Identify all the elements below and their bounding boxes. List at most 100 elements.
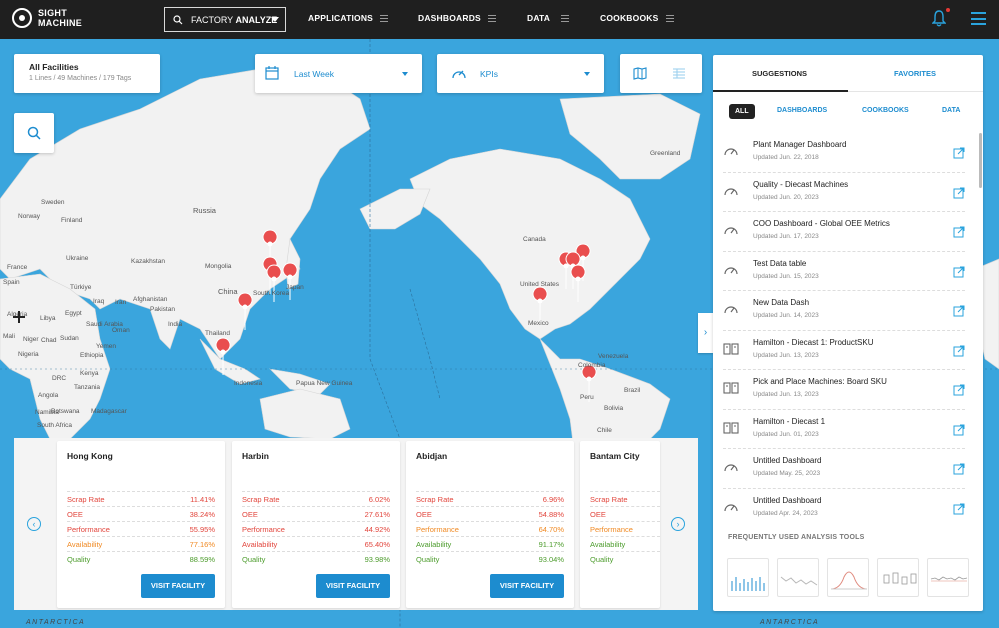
filter-dashboards[interactable]: DASHBOARDS — [777, 107, 827, 114]
metric-label: Performance — [590, 524, 633, 534]
map-label-norway: Norway — [18, 213, 41, 220]
map-label-bolivia: Bolivia — [604, 405, 624, 412]
tab-suggestions[interactable]: SUGGESTIONS — [752, 69, 807, 78]
open-external-icon[interactable] — [953, 186, 965, 204]
suggestion-item[interactable]: Pick and Place Machines: Board SKU Update… — [723, 370, 965, 410]
main-menu-icon[interactable] — [971, 12, 986, 25]
suggestion-item[interactable]: Quality - Diecast Machines Updated Jun. 2… — [723, 173, 965, 212]
map-label-united-states: United States — [520, 281, 560, 288]
suggestion-item[interactable]: New Data Dash Updated Jun. 14, 2023 — [723, 291, 965, 331]
metric-label: Availability — [416, 539, 452, 549]
nav-cookbooks[interactable]: COOKBOOKS — [600, 13, 658, 23]
map-label-sudan: Sudan — [60, 335, 79, 342]
metric-value: 44.92% — [364, 524, 390, 534]
suggestion-item[interactable]: Test Data table Updated Jun. 15, 2023 — [723, 252, 965, 291]
collapse-sidebar-button[interactable]: › — [698, 313, 713, 353]
time-series-icon — [930, 576, 968, 582]
map-view-icon[interactable] — [633, 67, 647, 80]
open-external-icon[interactable] — [953, 225, 965, 243]
map-label-afghanistan: Afghanistan — [133, 296, 168, 303]
applications-menu-icon[interactable] — [380, 15, 388, 22]
filter-cookbooks[interactable]: COOKBOOKS — [862, 107, 909, 114]
open-external-icon[interactable] — [953, 265, 965, 283]
brand-line-2: MACHINE — [38, 18, 83, 28]
visit-facility-button[interactable]: VISIT FACILITY — [316, 574, 390, 598]
list-scrollbar[interactable] — [979, 133, 982, 188]
map-label-yemen: Yemen — [96, 343, 116, 350]
filter-data[interactable]: DATA — [942, 107, 960, 114]
open-external-icon[interactable] — [953, 383, 965, 401]
tool-thumbnail-line-chart[interactable] — [777, 558, 819, 597]
book-icon — [723, 342, 739, 360]
map-label-russia: Russia — [193, 206, 216, 215]
suggestion-title: Untitled Dashboard — [753, 495, 822, 505]
map-label-thailand: Thailand — [205, 330, 230, 337]
suggestion-item[interactable]: Hamilton - Diecast 1: ProductSKU Updated … — [723, 331, 965, 370]
map-label-turkiye: Türkiye — [70, 284, 92, 291]
map-label-south-korea: South Korea — [253, 290, 290, 297]
tab-favorites[interactable]: FAVORITES — [894, 69, 936, 78]
sight-machine-logo[interactable]: SIGHT MACHINE — [12, 8, 82, 28]
facility-card-abidjan[interactable]: Abidjan Scrap Rate 6.96% OEE 54.88% Perfor… — [406, 441, 574, 608]
facility-card-bantam-city[interactable]: Bantam City Scrap Rate OEE Performance A… — [580, 441, 660, 608]
cookbooks-menu-icon[interactable] — [666, 15, 674, 22]
dashboards-menu-icon[interactable] — [488, 15, 496, 22]
kpi-dropdown[interactable]: KPIs — [437, 54, 604, 93]
facility-card-hong-kong[interactable]: Hong Kong Scrap Rate 11.41% OEE 38.24% Per… — [57, 441, 225, 608]
nav-dashboards[interactable]: DASHBOARDS — [418, 13, 481, 23]
metric-label: Performance — [416, 524, 459, 534]
metric-row: Performance 64.70% — [416, 521, 564, 536]
suggestion-date: Updated Jun. 01, 2023 — [753, 430, 819, 438]
tool-thumbnail-distribution[interactable] — [827, 558, 869, 597]
table-view-icon[interactable] — [672, 67, 686, 80]
suggestion-item[interactable]: Hamilton - Diecast 1 Updated Jun. 01, 202… — [723, 410, 965, 449]
sidebar-tabs: SUGGESTIONS FAVORITES — [713, 55, 983, 92]
suggestion-date: Updated Jun. 22, 2018 — [753, 154, 819, 161]
suggestion-item[interactable]: Untitled Dashboard Updated May. 25, 2023 — [723, 449, 965, 489]
suggestion-item[interactable]: Untitled Dashboard Updated Apr. 24, 2023 — [723, 489, 965, 520]
metric-row: Scrap Rate 6.02% — [242, 491, 390, 506]
factory-analyze-dropdown[interactable]: FACTORY ANALYZE — [164, 7, 286, 32]
tool-thumbnail-bar-chart[interactable] — [727, 558, 769, 597]
open-external-icon[interactable] — [953, 462, 965, 480]
metric-row: Scrap Rate 11.41% — [67, 491, 215, 506]
metric-value: 38.24% — [189, 509, 215, 519]
open-external-icon[interactable] — [953, 502, 965, 520]
map-label-finland: Finland — [61, 217, 83, 224]
metric-label: OEE — [67, 509, 83, 519]
facilities-summary[interactable]: All Facilities 1 Lines / 49 Machines / 1… — [14, 54, 160, 93]
carousel-prev-button[interactable]: ‹ — [27, 517, 41, 531]
suggestion-title: Plant Manager Dashboard — [753, 140, 847, 149]
facility-card-harbin[interactable]: Harbin Scrap Rate 6.02% OEE 27.61% Perform… — [232, 441, 400, 608]
map-search-button[interactable] — [14, 113, 54, 153]
visit-facility-button[interactable]: VISIT FACILITY — [490, 574, 564, 598]
date-range-dropdown[interactable]: Last Week — [255, 54, 422, 93]
data-menu-icon[interactable] — [561, 15, 569, 22]
open-external-icon[interactable] — [953, 344, 965, 362]
nav-applications[interactable]: APPLICATIONS — [308, 13, 373, 23]
facility-metrics: Scrap Rate 6.96% OEE 54.88% Performance 64.… — [416, 491, 564, 566]
facility-name: Abidjan — [416, 451, 448, 461]
metric-row: Scrap Rate 6.96% — [416, 491, 564, 506]
tool-thumbnail-time-series[interactable] — [927, 558, 969, 597]
open-external-icon[interactable] — [953, 146, 965, 164]
nav-data[interactable]: DATA — [527, 13, 550, 23]
map-label-oman: Oman — [112, 327, 130, 334]
open-external-icon[interactable] — [953, 423, 965, 441]
map-label-peru: Peru — [580, 394, 594, 401]
tool-thumbnail-box-plot[interactable] — [877, 558, 919, 597]
calendar-icon — [265, 66, 279, 80]
visit-facility-button[interactable]: VISIT FACILITY — [141, 574, 215, 598]
carousel-next-button[interactable]: › — [671, 517, 685, 531]
filter-all[interactable]: ALL — [729, 104, 755, 119]
open-external-icon[interactable] — [953, 304, 965, 322]
suggestion-item[interactable]: COO Dashboard - Global OEE Metrics Update… — [723, 212, 965, 252]
suggestion-item[interactable]: Plant Manager Dashboard Updated Jun. 22, … — [723, 133, 965, 173]
map-label-kazakhstan: Kazakhstan — [131, 258, 165, 265]
notification-bell-icon[interactable] — [932, 10, 946, 27]
map-label-india: India — [168, 321, 183, 328]
metric-row: Availability — [590, 536, 660, 551]
box-plot-icon — [883, 572, 917, 585]
metric-label: Scrap Rate — [242, 494, 280, 504]
suggestion-title: Pick and Place Machines: Board SKU — [753, 377, 887, 386]
